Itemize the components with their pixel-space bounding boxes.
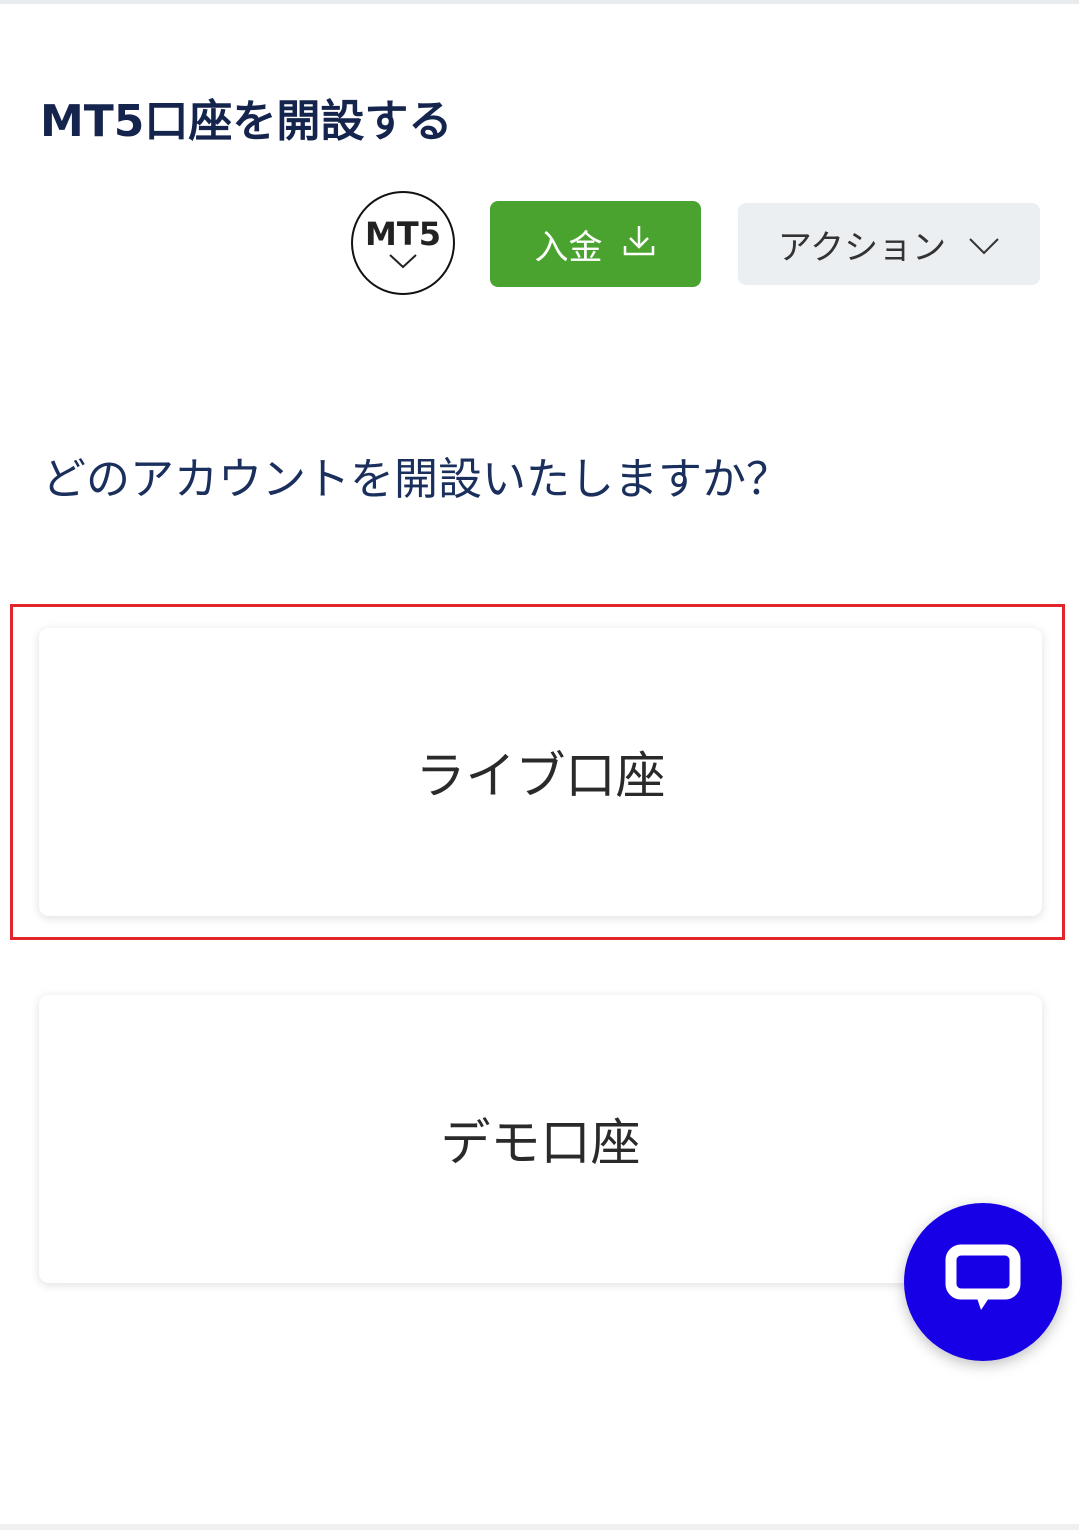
action-dropdown-button[interactable]: アクション	[738, 203, 1040, 285]
top-divider	[0, 0, 1079, 4]
deposit-button[interactable]: 入金	[490, 201, 701, 287]
platform-selector[interactable]: MT5	[351, 191, 455, 295]
platform-badge-label: MT5	[365, 215, 441, 253]
chat-bubble-icon	[945, 1244, 1021, 1320]
download-icon	[621, 222, 657, 267]
chevron-down-icon	[388, 253, 418, 273]
demo-account-label: デモ口座	[440, 1114, 641, 1172]
page-title: MT5口座を開設する	[40, 96, 453, 147]
bottom-divider	[0, 1524, 1079, 1530]
chevron-down-icon	[968, 224, 1000, 264]
demo-account-option[interactable]: デモ口座	[39, 995, 1042, 1283]
deposit-button-label: 入金	[534, 227, 603, 268]
live-account-option[interactable]: ライブ口座	[39, 628, 1042, 916]
chat-button[interactable]	[904, 1203, 1062, 1361]
live-account-label: ライブ口座	[415, 747, 666, 805]
action-button-label: アクション	[777, 227, 947, 268]
account-type-question: どのアカウントを開設いたしますか？	[42, 454, 790, 505]
